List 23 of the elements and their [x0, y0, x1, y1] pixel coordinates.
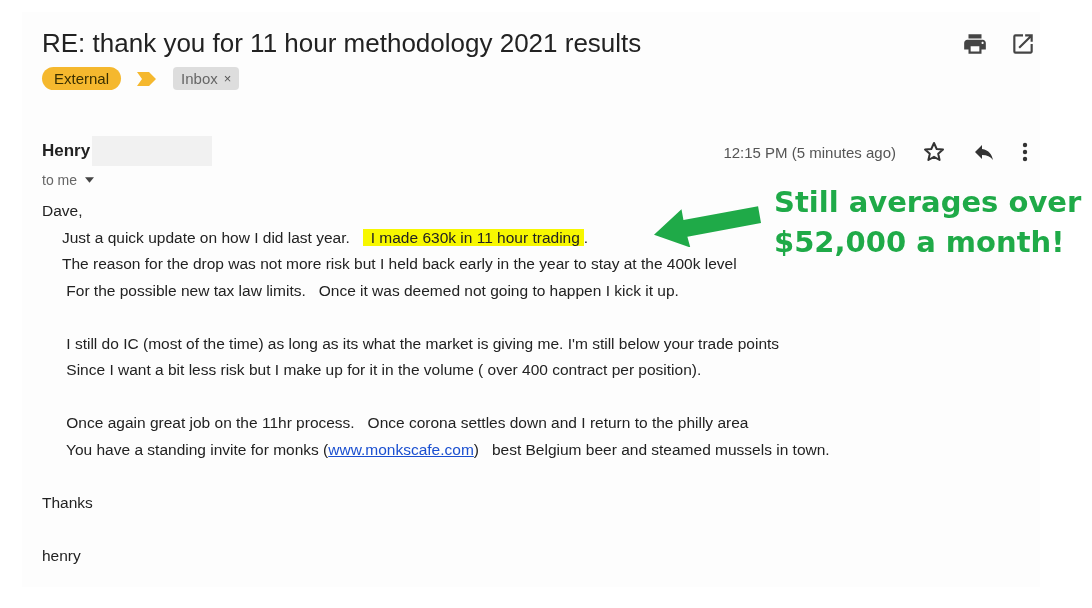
body-text: I still do IC (most of the time) as long as its what the market is giving me. I'm still below your trade points: [65, 334, 780, 352]
label-text: Inbox: [181, 70, 218, 87]
body-text: Just a quick update on how I did last year. I made 630k in 11 hour trading .: [62, 228, 589, 246]
body-text: Once again great job on the 11hr process. Once corona settles down and I return to the philly area: [65, 414, 749, 431]
recipient-text: to me: [42, 172, 77, 188]
body-text: Dave,: [42, 202, 83, 219]
sender-name: Henry: [42, 141, 91, 161]
body-text: The reason for the drop was not more risk but I held back early in the year to stay at the 400k level: [62, 255, 737, 272]
body-text: You have a standing invite for monks (www.monkscafe.com) best Belgium beer and steamed mussels in town.: [65, 440, 830, 458]
body-text: Thanks: [42, 493, 93, 511]
importance-marker-icon[interactable]: [137, 71, 158, 86]
more-options-icon[interactable]: [1022, 140, 1028, 164]
body-text: henry: [42, 546, 81, 564]
body-text: For the possible new tax law limits. Once it was deemed not going to happen I kick it up.: [65, 281, 679, 299]
timestamp: 12:15 PM (5 minutes ago): [723, 143, 896, 161]
link[interactable]: www.monkscafe.com: [328, 440, 474, 458]
callout-text: Still averages over $52,000 a month!: [774, 184, 1082, 261]
body-text: Since I want a bit less risk but I make up for it in the volume ( over 400 contract per position).: [65, 361, 702, 378]
remove-label-button[interactable]: ×: [223, 71, 232, 86]
label-chip[interactable]: External: [42, 67, 122, 90]
email-subject: RE: thank you for 11 hour methodology 2021 results: [42, 28, 642, 59]
dropdown-caret-icon[interactable]: [85, 177, 94, 183]
star-icon[interactable]: [922, 140, 946, 164]
